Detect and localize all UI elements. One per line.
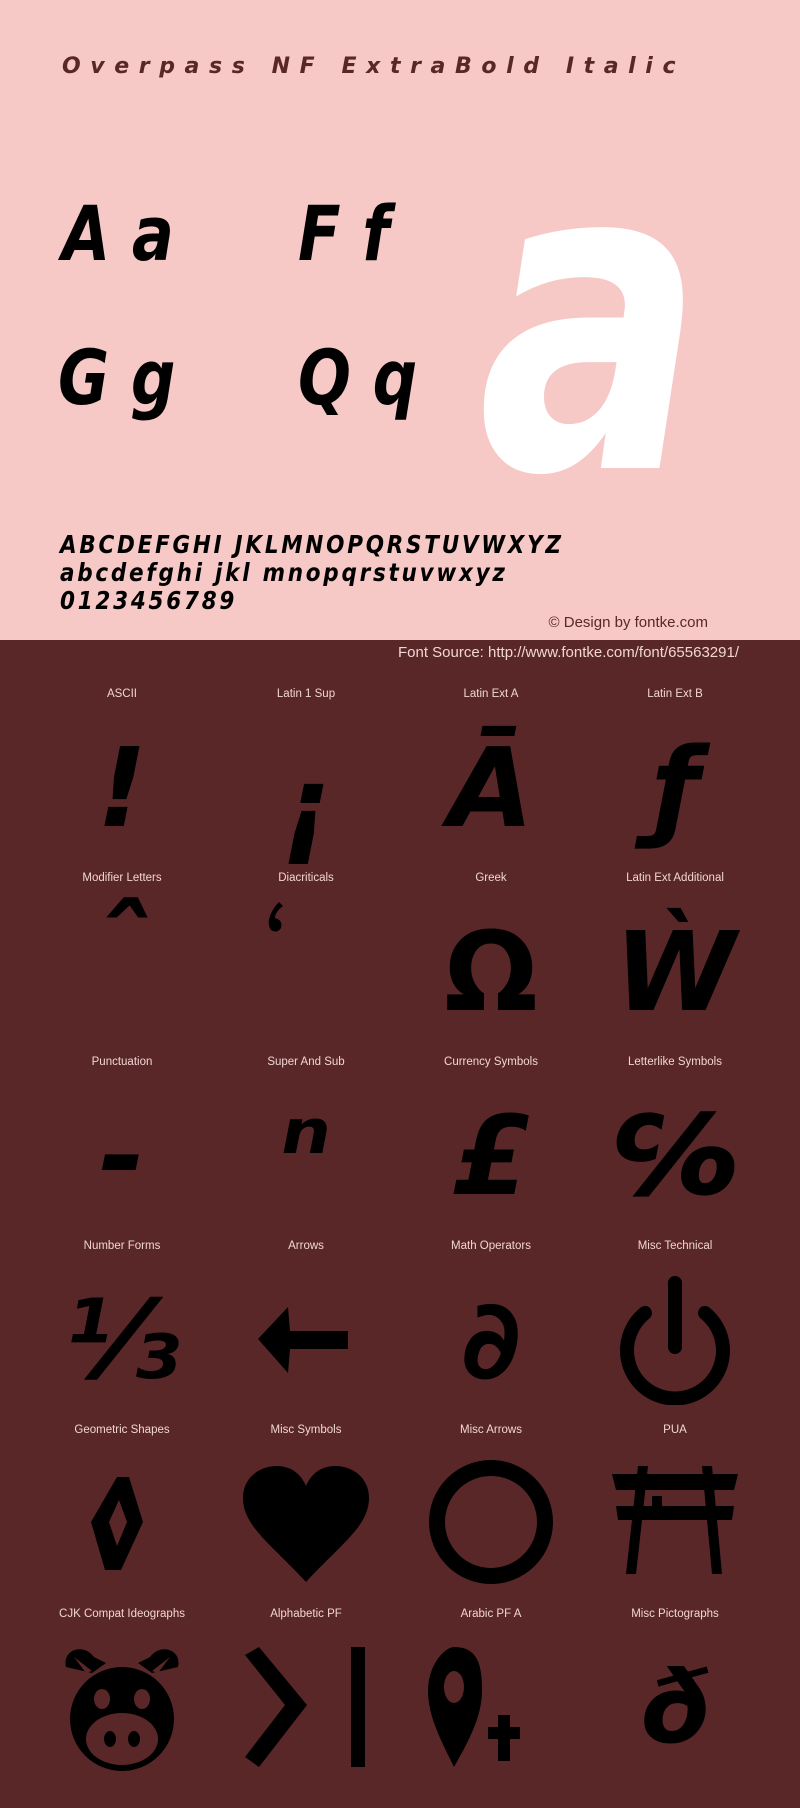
block-cell: Latin Ext Additional Ẁ [583, 872, 767, 1056]
block-glyph: ƒ [651, 724, 699, 852]
block-label: Misc Pictographs [631, 1608, 719, 1620]
charset-digits: 0123456789 [60, 586, 238, 615]
block-label: Greek [475, 872, 507, 884]
block-label: Diacriticals [278, 872, 334, 884]
block-cell: Misc Symbols [214, 1424, 398, 1608]
block-label: Latin Ext B [647, 688, 703, 700]
block-label: Latin 1 Sup [276, 688, 336, 700]
block-label: Super And Sub [267, 1056, 345, 1068]
block-cell: Geometric Shapes [30, 1424, 214, 1608]
pig-face-icon [65, 1649, 179, 1771]
block-glyph [583, 1444, 767, 1604]
circle-icon [429, 1460, 553, 1584]
block-label: Geometric Shapes [74, 1424, 170, 1436]
block-label: Math Operators [451, 1240, 531, 1252]
block-glyph [214, 1444, 398, 1604]
block-cell: Arrows [214, 1240, 398, 1424]
block-glyph: ⅓ [65, 1276, 179, 1404]
glyph-pair-f: F f [298, 189, 390, 278]
block-label: PUA [663, 1424, 687, 1436]
glyph-pair-q: Q q [298, 333, 418, 422]
block-glyph [184, 892, 368, 1052]
block-cell: Misc Arrows [399, 1424, 583, 1608]
block-cell: Math Operators ∂ [399, 1240, 583, 1424]
glyph-pair-g: G g [58, 333, 176, 422]
block-label: Punctuation [91, 1056, 153, 1068]
block-label: ASCII [106, 688, 138, 700]
block-cell: CJK Compat Ideographs [30, 1608, 214, 1792]
torii-gate-icon [612, 1466, 738, 1574]
block-label: Misc Symbols [270, 1424, 342, 1436]
font-source-link[interactable]: Font Source: http://www.fontke.com/font/… [398, 644, 739, 661]
block-label: Misc Technical [637, 1240, 713, 1252]
block-glyph [30, 1628, 214, 1788]
block-glyph: ¡ [280, 742, 332, 870]
block-cell: Super And Sub ⁿ [214, 1056, 398, 1240]
block-cell: Misc Technical [583, 1240, 767, 1424]
power-icon [620, 1276, 730, 1405]
block-label: CJK Compat Ideographs [59, 1608, 185, 1620]
glyph-pair-a: A a [62, 189, 174, 278]
block-cell: Diacriticals [184, 872, 368, 1056]
block-glyph [214, 1260, 398, 1420]
block-label: Currency Symbols [444, 1056, 538, 1068]
block-glyph [399, 1628, 583, 1788]
block-cell: ASCII ! [30, 688, 214, 872]
chevron-bar-icon [245, 1647, 365, 1767]
block-cell: Latin Ext A Ā [399, 688, 583, 872]
big-letter-preview: a [478, 70, 705, 570]
block-glyph: Ā [448, 724, 534, 852]
specimen-header-panel: Overpass NF ExtraBold Italic A a F f G g… [0, 0, 800, 640]
block-label: Arrows [288, 1240, 324, 1252]
block-label: Latin Ext A [463, 688, 519, 700]
block-label: Letterlike Symbols [628, 1056, 722, 1068]
design-credit: © Design by fontke.com [548, 614, 708, 631]
block-cell: Letterlike Symbols ℅ [583, 1056, 767, 1240]
block-glyph [583, 1260, 767, 1420]
block-glyph: ‐ [99, 1092, 145, 1220]
block-label: Alphabetic PF [270, 1608, 342, 1620]
block-glyph: ℅ [613, 1092, 737, 1220]
block-label: Arabic PF A [460, 1608, 522, 1620]
block-cell: Latin 1 Sup ¡ [214, 688, 398, 872]
block-glyph: £ [452, 1092, 530, 1220]
block-cell: Currency Symbols £ [399, 1056, 583, 1240]
block-glyph: ∂ [461, 1276, 521, 1404]
charset-uppercase: ABCDEFGHI JKLMNOPQRSTUVWXYZ [60, 530, 564, 559]
block-glyph: Ω [444, 908, 538, 1036]
block-glyph: ð [640, 1649, 710, 1766]
turned-comma-icon [268, 902, 283, 932]
heart-icon [243, 1466, 369, 1582]
block-cell: Latin Ext B ƒ [583, 688, 767, 872]
block-label: Number Forms [83, 1240, 161, 1252]
charset-lowercase: abcdefghi jkl mnopqrstuvwxyz [60, 558, 508, 587]
left-arrow-icon [258, 1307, 348, 1373]
lozenge-icon [91, 1477, 143, 1570]
block-label: Misc Arrows [460, 1424, 522, 1436]
block-cell: Number Forms ⅓ [30, 1240, 214, 1424]
block-glyph [399, 1444, 583, 1604]
block-cell: Arabic PF A [399, 1608, 583, 1792]
block-glyph [30, 1444, 214, 1604]
block-cell: PUA [583, 1424, 767, 1608]
block-glyph: ! [96, 724, 148, 852]
map-pin-plus-icon [428, 1647, 520, 1767]
block-glyph: ⁿ [280, 1087, 332, 1215]
block-cell: Punctuation ‐ [30, 1056, 214, 1240]
block-glyph: Ẁ [614, 908, 736, 1036]
block-cell: Greek Ω [399, 872, 583, 1056]
block-cell: Misc Pictographs ð [583, 1608, 767, 1792]
block-cell: Alphabetic PF [214, 1608, 398, 1792]
block-label: Latin Ext Additional [626, 872, 724, 884]
block-glyph [214, 1628, 398, 1788]
